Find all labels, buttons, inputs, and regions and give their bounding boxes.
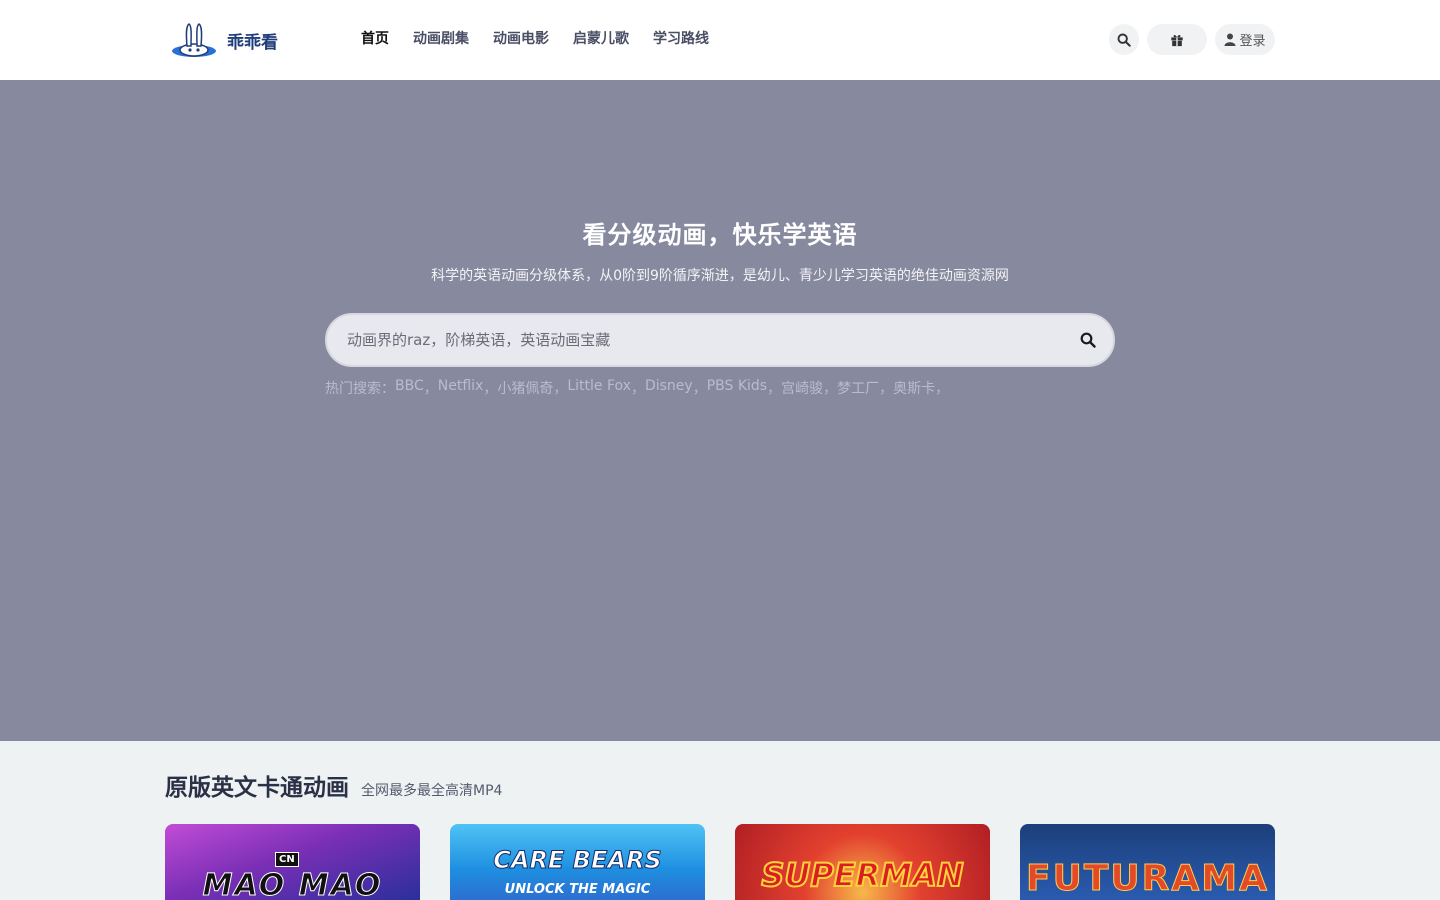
hot-term[interactable]: 梦工厂	[837, 378, 879, 398]
header-search-button[interactable]	[1109, 24, 1139, 55]
separator: ，	[767, 381, 782, 397]
section-header: 原版英文卡通动画 全网最多最全高清MP4	[165, 768, 502, 802]
search-icon	[1117, 33, 1131, 47]
cartoon-card[interactable]: CN MAO MAO	[165, 824, 420, 900]
cartoon-card[interactable]: SUPERMAN	[735, 824, 990, 900]
logo-text: 乖乖看	[227, 32, 278, 53]
separator: ，	[423, 381, 438, 397]
card-title: FUTURAMA	[1026, 858, 1269, 900]
hero-subtitle: 科学的英语动画分级体系，从0阶到9阶循序渐进，是幼儿、青少儿学习英语的绝佳动画资…	[431, 268, 1009, 284]
separator: ，	[935, 381, 950, 397]
nav-movies[interactable]: 动画电影	[493, 29, 549, 49]
hot-term[interactable]: Disney	[645, 378, 693, 398]
hero-search-input[interactable]	[327, 315, 1063, 365]
cartoon-card-list: CN MAO MAO CARE BEARS UNLOCK THE MAGIC S…	[165, 824, 1275, 900]
site-logo[interactable]: 乖乖看	[169, 20, 289, 60]
separator: ，	[879, 381, 894, 397]
card-subtitle: UNLOCK THE MAGIC	[504, 882, 651, 897]
nav-songs[interactable]: 启蒙儿歌	[573, 29, 629, 49]
separator: ，	[823, 381, 838, 397]
bunny-logo-icon	[172, 23, 216, 57]
nav-home[interactable]: 首页	[361, 29, 389, 49]
nav-learning-path[interactable]: 学习路线	[653, 29, 709, 49]
hot-term[interactable]: Netflix	[438, 378, 484, 398]
hero-banner: 看分级动画，快乐学英语 科学的英语动画分级体系，从0阶到9阶循序渐进，是幼儿、青…	[0, 80, 1440, 741]
login-label: 登录	[1239, 34, 1266, 49]
section-title: 原版英文卡通动画	[165, 775, 349, 801]
hot-term[interactable]: 奥斯卡	[893, 378, 935, 398]
nav-series[interactable]: 动画剧集	[413, 29, 469, 49]
hot-term[interactable]: 小猪佩奇	[497, 378, 553, 398]
separator: ，	[692, 381, 707, 397]
cartoon-card[interactable]: FUTURAMA	[1020, 824, 1275, 900]
hot-searches-label: 热门搜索：	[325, 381, 395, 397]
card-title: CARE BEARS	[493, 846, 662, 875]
hot-searches: 热门搜索： BBC， Netflix， 小猪佩奇， Little Fox， Di…	[325, 378, 949, 398]
hero-search-button[interactable]	[1063, 315, 1113, 365]
card-title: SUPERMAN	[760, 855, 964, 895]
header-gift-button[interactable]	[1147, 24, 1207, 55]
hot-term[interactable]: BBC	[395, 378, 424, 398]
hero-search-box	[325, 313, 1115, 367]
search-icon	[1080, 332, 1096, 348]
user-icon	[1224, 33, 1236, 46]
login-button[interactable]: 登录	[1215, 24, 1275, 55]
separator: ，	[553, 381, 568, 397]
hot-term[interactable]: Little Fox	[567, 378, 631, 398]
channel-badge: CN	[275, 852, 299, 867]
hero-title: 看分级动画，快乐学英语	[582, 221, 858, 249]
separator: ，	[630, 381, 645, 397]
section-subtitle: 全网最多最全高清MP4	[361, 783, 503, 799]
main-nav: 首页 动画剧集 动画电影 启蒙儿歌 学习路线	[361, 29, 733, 49]
hot-term[interactable]: PBS Kids	[707, 378, 767, 398]
hot-term[interactable]: 宫崎骏	[781, 378, 823, 398]
cartoon-card[interactable]: CARE BEARS UNLOCK THE MAGIC	[450, 824, 705, 900]
top-header: 乖乖看 首页 动画剧集 动画电影 启蒙儿歌 学习路线 登录	[0, 0, 1440, 80]
separator: ，	[483, 381, 498, 397]
card-title: MAO MAO	[202, 868, 383, 900]
gift-icon	[1171, 34, 1183, 46]
